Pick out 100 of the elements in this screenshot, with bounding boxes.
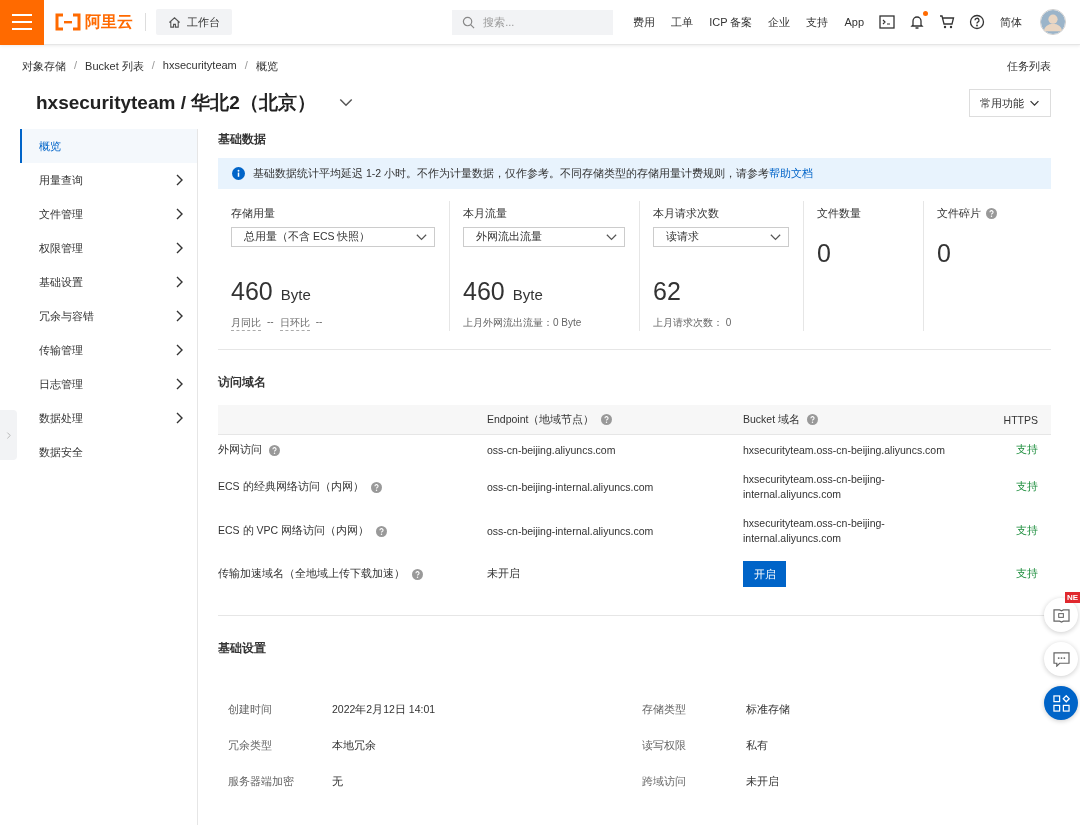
- workbench-button[interactable]: 工作台: [156, 9, 232, 35]
- breadcrumb-link[interactable]: hxsecurityteam: [162, 58, 237, 74]
- field-value: 未开启: [746, 774, 780, 788]
- help-icon: [269, 444, 280, 456]
- breadcrumb-current: 概览: [255, 58, 278, 74]
- breadcrumb-link[interactable]: Bucket 列表: [85, 58, 144, 74]
- table-cell: ECS 的 VPC 网络访问（内网）: [218, 524, 369, 538]
- book-icon: [1052, 607, 1070, 623]
- field-value: 本地冗余: [332, 738, 377, 752]
- info-icon: [232, 167, 245, 180]
- field-label: 创建时间: [228, 702, 273, 716]
- home-icon: [168, 15, 181, 29]
- new-badge: NE: [1064, 592, 1080, 603]
- section-title: 访问域名: [218, 374, 267, 391]
- logo-icon: [54, 13, 82, 31]
- nav-link[interactable]: 支持: [798, 14, 837, 30]
- metric-value: 0: [937, 239, 951, 268]
- guide-button[interactable]: [1044, 598, 1078, 632]
- metric-label: 文件碎片: [937, 205, 981, 221]
- avatar-icon: [1040, 9, 1066, 35]
- apps-icon: [1052, 694, 1070, 712]
- nav-link[interactable]: App: [836, 16, 872, 28]
- table-cell: oss-cn-beijing-internal.aliyuncs.com: [487, 525, 654, 537]
- menu-button[interactable]: [0, 0, 44, 45]
- field-value: 无: [332, 774, 344, 788]
- nav-link[interactable]: ICP 备案: [701, 14, 761, 30]
- metric-unit: Byte: [280, 286, 311, 303]
- sidebar-item[interactable]: 数据安全: [20, 435, 197, 469]
- nav-link[interactable]: 工单: [663, 14, 702, 30]
- sidebar-item[interactable]: 日志管理: [20, 367, 197, 401]
- metric-select[interactable]: 外网流出流量: [463, 227, 625, 247]
- comparison-label: 日环比: [279, 316, 310, 331]
- sidebar-item[interactable]: 数据处理: [20, 401, 197, 435]
- table-cell: hxsecurityteam.oss-cn-beijing- internal.aliyuncs.com: [743, 516, 885, 546]
- metric-value: 62: [653, 277, 681, 306]
- sidebar-item[interactable]: 文件管理: [20, 197, 197, 231]
- page-title: hxsecurityteam / 华北2（北京）: [36, 91, 316, 115]
- field-label: 存储类型: [642, 702, 687, 716]
- feedback-button[interactable]: [1044, 642, 1078, 676]
- metric-select[interactable]: 总用量（不含 ECS 快照）: [231, 227, 435, 247]
- sidebar-item[interactable]: 概览: [20, 129, 197, 163]
- table-cell: 未开启: [487, 567, 520, 581]
- breadcrumb-separator: /: [244, 58, 248, 73]
- breadcrumb-link[interactable]: 对象存储: [22, 58, 66, 74]
- help-icon: [412, 568, 423, 580]
- table-cell: 外网访问: [218, 443, 262, 457]
- enable-button[interactable]: 开启: [743, 561, 786, 587]
- section-title: 基础数据: [218, 131, 267, 148]
- metric-footnote: --: [315, 316, 323, 329]
- sidebar-item[interactable]: 权限管理: [20, 231, 197, 265]
- sidebar-item[interactable]: 传输管理: [20, 333, 197, 367]
- task-list-link[interactable]: 任务列表: [1007, 58, 1051, 74]
- nav-link[interactable]: 费用: [625, 14, 664, 30]
- field-label: 冗余类型: [228, 738, 273, 752]
- metric-label: 本月流量: [463, 205, 507, 221]
- help-doc-link[interactable]: 帮助文档: [769, 166, 813, 179]
- table-cell: oss-cn-beijing.aliyuncs.com: [487, 444, 616, 456]
- metric-label: 文件数量: [817, 205, 861, 221]
- table-cell: oss-cn-beijing-internal.aliyuncs.com: [487, 481, 654, 493]
- field-label: 服务器端加密: [228, 774, 295, 788]
- apps-button[interactable]: [1044, 686, 1078, 720]
- nav-link[interactable]: 企业: [760, 14, 799, 30]
- metric-value: 0: [817, 239, 831, 268]
- metric-footnote: 上月外网流出流量：0 Byte: [463, 316, 582, 330]
- metric-select[interactable]: 读请求: [653, 227, 789, 247]
- metric-value: 460: [463, 277, 505, 306]
- field-value: 2022年2月12日 14:01: [332, 702, 437, 716]
- metric-footnote: --: [267, 316, 274, 329]
- field-label: 读写权限: [642, 738, 687, 752]
- table-cell: hxsecurityteam.oss-cn-beijing- internal.aliyuncs.com: [743, 472, 885, 502]
- logo-text: 阿里云: [85, 11, 133, 32]
- language-link[interactable]: 简体: [992, 14, 1030, 30]
- table-cell: 支持: [1016, 524, 1038, 538]
- help-icon: [969, 14, 985, 30]
- table-cell: hxsecurityteam.oss-cn-beijing.aliyuncs.com: [743, 442, 945, 458]
- metric-label: 存储用量: [231, 205, 275, 221]
- comparison-label: 月同比: [231, 316, 261, 331]
- info-text: 基础数据统计平均延迟 1-2 小时。不作为计量数据，仅作参考。不同存储类型的存储用量计费规则，请参考帮助文档: [253, 166, 813, 181]
- bell-icon: [909, 14, 925, 30]
- table-cell: 支持: [1016, 480, 1038, 494]
- search-field[interactable]: 搜索...: [452, 9, 614, 35]
- chat-icon: [1052, 651, 1070, 667]
- metric-footnote: 上月请求次数： 0: [653, 316, 732, 330]
- metric-value: 460: [231, 277, 273, 306]
- sidebar-item[interactable]: 冗余与容错: [20, 299, 197, 333]
- sidebar-item[interactable]: 基础设置: [20, 265, 197, 299]
- field-label: 跨域访问: [642, 774, 687, 788]
- metric-unit: Byte: [512, 286, 543, 303]
- section-title: 基础设置: [218, 640, 267, 657]
- menu-icon: [12, 14, 32, 30]
- field-value: 标准存储: [746, 702, 791, 716]
- help-icon: [375, 525, 387, 537]
- table-cell: 支持: [1016, 567, 1038, 581]
- sidebar-item[interactable]: 用量查询: [20, 163, 197, 197]
- common-functions-button[interactable]: 常用功能: [969, 89, 1051, 117]
- breadcrumb-separator: /: [74, 58, 78, 73]
- field-value: 私有: [746, 738, 769, 752]
- column-header: HTTPS: [1003, 413, 1038, 426]
- terminal-icon: [879, 14, 895, 30]
- sidebar-toggle-handle[interactable]: [0, 410, 17, 460]
